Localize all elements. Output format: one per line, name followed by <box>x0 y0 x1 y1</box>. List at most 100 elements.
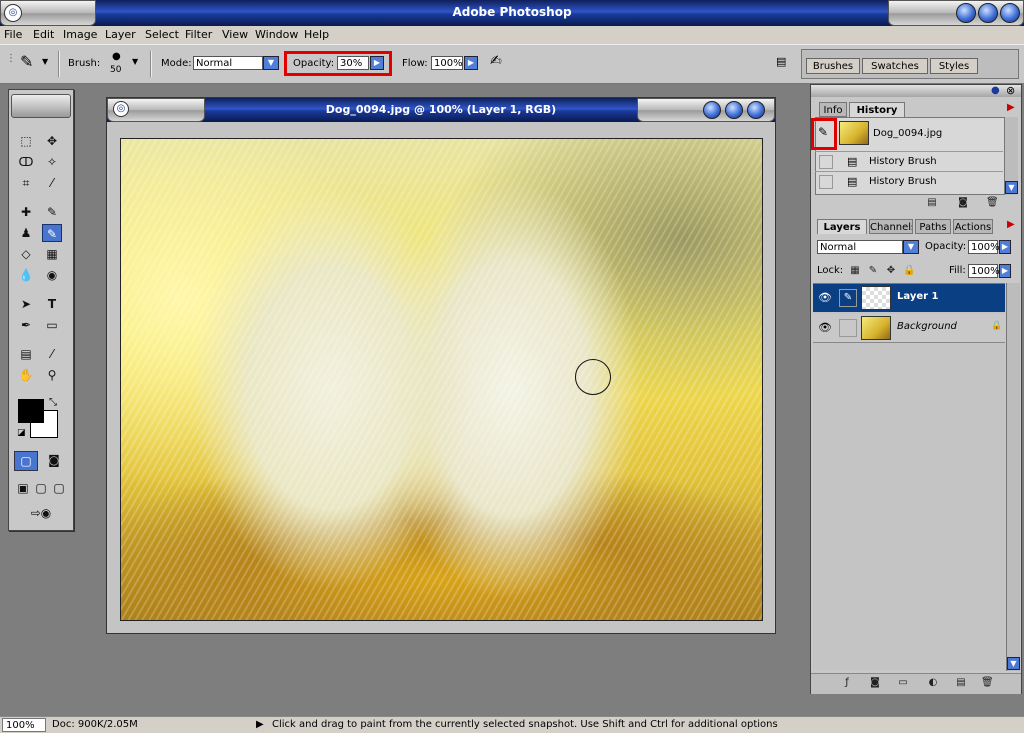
layer-1-thumbnail[interactable] <box>861 286 891 310</box>
delete-layer-icon[interactable]: 🗑 <box>981 677 994 689</box>
blend-mode-dropdown-arrow-icon[interactable]: ▼ <box>903 240 919 254</box>
tab-actions[interactable]: Actions <box>953 219 993 234</box>
history-scroll-down-icon[interactable]: ▼ <box>1005 181 1018 194</box>
tab-styles[interactable]: Styles <box>930 58 978 74</box>
preset-dropdown-arrow-icon[interactable]: ▼ <box>42 57 48 66</box>
zoom-tool-icon[interactable]: ⚲ <box>42 366 62 384</box>
status-menu-arrow-icon[interactable]: ▶ <box>256 718 264 732</box>
default-colors-icon[interactable]: ◪ <box>17 428 26 438</box>
layer-visibility-eye-icon[interactable]: 👁 <box>818 291 832 304</box>
brush-picker-arrow-icon[interactable]: ▼ <box>132 57 138 66</box>
layers-scrollbar[interactable]: ▼ <box>1006 283 1020 671</box>
eraser-tool-icon[interactable]: ◇ <box>16 245 36 263</box>
history-state-source-box[interactable] <box>819 175 833 189</box>
move-tool-icon[interactable]: ✥ <box>42 132 62 150</box>
menu-window[interactable]: Window <box>255 28 298 41</box>
new-layer-icon[interactable]: ▤ <box>955 677 967 689</box>
layer-1-name[interactable]: Layer 1 <box>897 291 938 302</box>
history-scrollbar[interactable]: ▼ <box>1004 117 1018 195</box>
palette-minimize-icon[interactable]: ● <box>991 85 1000 96</box>
eyedropper-tool-icon[interactable]: ⁄ <box>42 345 62 363</box>
image-canvas[interactable] <box>120 138 763 621</box>
layer-style-icon[interactable]: ƒ <box>841 677 853 689</box>
history-state-row[interactable]: ▤ History Brush <box>815 171 1003 191</box>
background-layer-name[interactable]: Background <box>897 321 957 332</box>
palette-toggle-icon[interactable]: ▤ <box>776 55 786 68</box>
layer-link-box[interactable] <box>839 319 857 337</box>
maximize-button[interactable] <box>978 3 998 23</box>
blur-tool-icon[interactable]: 💧 <box>16 266 36 284</box>
swap-colors-icon[interactable]: ⤡ <box>49 397 57 408</box>
document-minimize-button[interactable] <box>703 101 721 119</box>
layers-menu-arrow-icon[interactable]: ▶ <box>1007 219 1015 230</box>
menu-filter[interactable]: Filter <box>185 28 212 41</box>
layer-row-layer-1[interactable]: 👁 ✎ Layer 1 <box>813 284 1005 312</box>
document-close-button[interactable] <box>747 101 765 119</box>
snapshot-name[interactable]: Dog_0094.jpg <box>873 128 942 139</box>
menu-help[interactable]: Help <box>304 28 329 41</box>
gradient-tool-icon[interactable]: ▦ <box>42 245 62 263</box>
document-maximize-button[interactable] <box>725 101 743 119</box>
lock-all-icon[interactable]: 🔒 <box>903 265 915 277</box>
lock-transparency-icon[interactable]: ▦ <box>849 265 861 277</box>
add-mask-icon[interactable]: ◙ <box>869 677 881 689</box>
fill-field[interactable]: 100% <box>968 264 1000 278</box>
slice-tool-icon[interactable]: ⁄ <box>42 174 62 192</box>
notes-tool-icon[interactable]: ▤ <box>16 345 36 363</box>
menu-select[interactable]: Select <box>145 28 179 41</box>
standard-screen-mode-icon[interactable]: ▣ <box>15 479 31 497</box>
menu-edit[interactable]: Edit <box>33 28 54 41</box>
menu-view[interactable]: View <box>222 28 248 41</box>
new-document-from-state-icon[interactable]: ▤ <box>926 197 938 209</box>
new-snapshot-icon[interactable]: ◙ <box>957 197 969 209</box>
new-adjustment-layer-icon[interactable]: ◐ <box>927 677 939 689</box>
lasso-tool-icon[interactable]: ↀ <box>16 153 36 171</box>
mode-select[interactable]: Normal <box>193 56 263 70</box>
menu-layer[interactable]: Layer <box>105 28 136 41</box>
jump-to-imageready-icon[interactable]: ⇨◉ <box>17 504 65 522</box>
tab-history[interactable]: History <box>849 102 905 117</box>
hand-tool-icon[interactable]: ✋ <box>16 366 36 384</box>
layer-opacity-arrow-icon[interactable]: ▶ <box>999 240 1011 254</box>
lock-image-icon[interactable]: ✎ <box>867 265 879 277</box>
quick-mask-mode-icon[interactable]: ◙ <box>42 451 66 471</box>
background-thumbnail[interactable] <box>861 316 891 340</box>
layer-opacity-field[interactable]: 100% <box>968 240 1000 254</box>
history-brush-source-icon[interactable]: ✎ <box>818 125 828 139</box>
full-screen-menu-mode-icon[interactable]: ▢ <box>33 479 49 497</box>
rectangle-tool-icon[interactable]: ▭ <box>42 316 62 334</box>
layer-row-background[interactable]: 👁 Background 🔒 <box>813 314 1005 343</box>
palette-close-icon[interactable]: ⊗ <box>1006 84 1015 97</box>
tab-brushes[interactable]: Brushes <box>806 58 860 74</box>
marquee-tool-icon[interactable]: ⬚ <box>16 132 36 150</box>
brush-tip-dot-icon[interactable]: ● <box>112 51 121 62</box>
fill-arrow-icon[interactable]: ▶ <box>999 264 1011 278</box>
history-brush-tool-icon[interactable]: ✎ <box>42 224 62 242</box>
clone-stamp-tool-icon[interactable]: ♟ <box>16 224 36 242</box>
mode-dropdown-arrow-icon[interactable]: ▼ <box>263 56 279 70</box>
delete-state-icon[interactable]: 🗑 <box>986 197 999 209</box>
tab-paths[interactable]: Paths <box>915 219 951 234</box>
snapshot-thumbnail[interactable] <box>839 121 869 145</box>
dodge-tool-icon[interactable]: ◉ <box>42 266 62 284</box>
flow-field[interactable]: 100% <box>431 56 463 70</box>
opacity-slider-arrow-icon[interactable]: ▶ <box>370 56 384 70</box>
crop-tool-icon[interactable]: ⌗ <box>16 174 36 192</box>
tab-layers[interactable]: Layers <box>817 219 867 234</box>
tab-swatches[interactable]: Swatches <box>862 58 928 74</box>
history-menu-arrow-icon[interactable]: ▶ <box>1007 102 1015 113</box>
full-screen-mode-icon[interactable]: ▢ <box>51 479 67 497</box>
layer-brush-link-icon[interactable]: ✎ <box>839 289 857 307</box>
opacity-field[interactable]: 30% <box>337 56 369 70</box>
path-selection-tool-icon[interactable]: ➤ <box>16 295 36 313</box>
history-state-row[interactable]: ▤ History Brush <box>815 151 1003 171</box>
tab-channels[interactable]: Channels <box>869 219 913 234</box>
airbrush-icon[interactable]: ✍ <box>490 53 502 69</box>
tab-info[interactable]: Info <box>819 102 847 117</box>
magic-wand-tool-icon[interactable]: ✧ <box>42 153 62 171</box>
foreground-color-swatch[interactable] <box>18 399 44 423</box>
layers-scroll-down-icon[interactable]: ▼ <box>1007 657 1020 670</box>
standard-mode-icon[interactable]: ▢ <box>14 451 38 471</box>
menu-file[interactable]: File <box>4 28 22 41</box>
layer-visibility-eye-icon[interactable]: 👁 <box>818 321 832 334</box>
